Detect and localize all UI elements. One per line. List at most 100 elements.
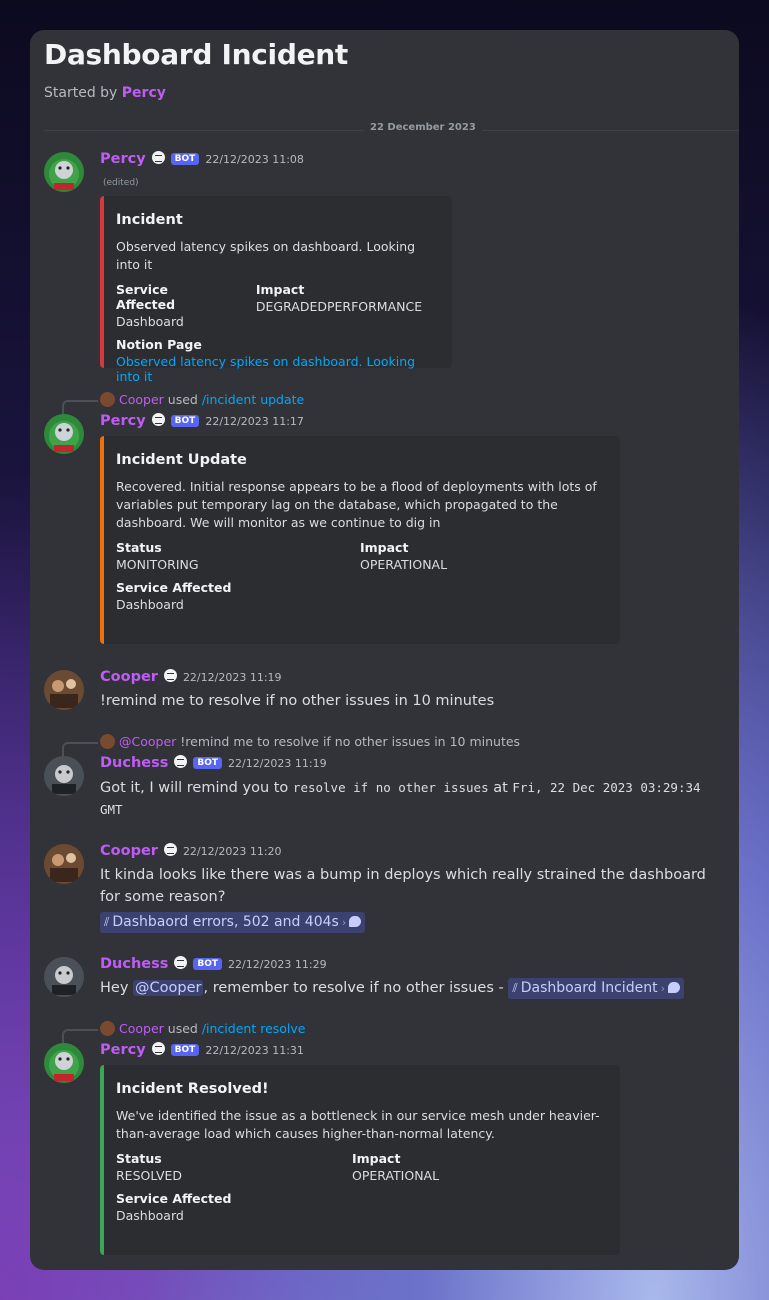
reply-spine: [62, 1029, 98, 1043]
thread-channel-link[interactable]: ⫽ Dashboard Incident ›: [508, 978, 684, 999]
bot-tag: BOT: [170, 153, 200, 165]
edited-label: (edited): [103, 178, 139, 188]
reply-used: used: [167, 392, 198, 407]
thread-panel: Dashboard Incident Started by Percy 22 D…: [30, 30, 739, 1270]
timestamp[interactable]: 22/12/2023 11:19: [183, 671, 282, 684]
command-reply-line[interactable]: Cooper used /incident resolve: [62, 1021, 306, 1043]
divider-date: 22 December 2023: [364, 122, 482, 133]
text-segment: , remember to resolve if no other issues…: [203, 980, 504, 996]
avatar[interactable]: [44, 844, 84, 884]
embed-field: Status MONITORING: [116, 540, 330, 572]
message-header: Percy BOT 22/12/2023 11:17: [100, 413, 304, 429]
embed-field: Impact OPERATIONAL: [360, 540, 604, 572]
speech-bubble-icon: [667, 982, 680, 993]
field-name: Status: [116, 540, 162, 555]
bot-tag: BOT: [170, 1044, 200, 1056]
slash-command[interactable]: /incident update: [202, 392, 304, 407]
reply-preview[interactable]: @Cooper !remind me to resolve if no othe…: [62, 734, 521, 756]
timestamp[interactable]: 22/12/2023 11:31: [205, 1044, 304, 1057]
app-icon: [163, 843, 177, 856]
embed-description: Recovered. Initial response appears to b…: [116, 479, 597, 530]
incident-update-embed: Incident Update Recovered. Initial respo…: [100, 436, 620, 644]
embed-title: Incident Update: [116, 452, 247, 468]
field-value: MONITORING: [116, 557, 199, 572]
field-value: OPERATIONAL: [352, 1168, 440, 1183]
thread-icon: ⫽: [104, 915, 110, 929]
reply-text: !remind me to resolve if no other issues…: [180, 734, 521, 749]
app-icon: [174, 755, 188, 768]
text-segment: at: [493, 780, 508, 796]
avatar[interactable]: [44, 756, 84, 796]
timestamp[interactable]: 22/12/2023 11:20: [183, 845, 282, 858]
text-segment: Hey: [100, 980, 129, 996]
message-text: !remind me to resolve if no other issues…: [100, 693, 495, 709]
username[interactable]: Duchess: [100, 755, 168, 771]
field-name: Notion Page: [116, 337, 202, 352]
command-reply-line[interactable]: Cooper used /incident update: [62, 392, 304, 414]
embed-title: Incident Resolved!: [116, 1081, 269, 1097]
user-mention[interactable]: @Cooper: [133, 980, 204, 996]
timestamp[interactable]: 22/12/2023 11:19: [228, 757, 327, 770]
reply-username[interactable]: Cooper: [119, 1021, 164, 1036]
embed-field: Service Affected Dashboard: [116, 282, 226, 329]
field-value: Dashboard: [116, 314, 184, 329]
embed-field: Impact OPERATIONAL: [352, 1151, 604, 1183]
avatar[interactable]: [44, 152, 84, 192]
timestamp[interactable]: 22/12/2023 11:08: [205, 153, 304, 166]
bot-tag: BOT: [170, 415, 200, 427]
app-icon: [163, 669, 177, 682]
timestamp[interactable]: 22/12/2023 11:29: [228, 958, 327, 971]
started-by-prefix: Started by: [44, 85, 118, 101]
field-name: Impact: [255, 282, 305, 297]
embed-field: Service Affected Dashboard: [116, 1191, 604, 1223]
message-header: Duchess BOT 22/12/2023 11:29: [100, 956, 327, 972]
username[interactable]: Cooper: [100, 669, 158, 685]
reply-spine: [62, 742, 98, 756]
channel-name: Dashboard Incident: [520, 980, 658, 996]
username[interactable]: Cooper: [100, 843, 158, 859]
avatar[interactable]: [44, 1043, 84, 1083]
field-name: Service Affected: [116, 282, 176, 312]
thread-icon: ⫽: [512, 981, 518, 995]
notion-page-link[interactable]: Observed latency spikes on dashboard. Lo…: [116, 354, 436, 384]
app-icon: [151, 413, 165, 426]
field-name: Impact: [352, 1151, 401, 1166]
message-header: Duchess BOT 22/12/2023 11:19: [100, 755, 327, 771]
field-value: OPERATIONAL: [360, 557, 448, 572]
bot-tag: BOT: [193, 757, 223, 769]
thread-started-by: Started by Percy: [44, 85, 166, 101]
speech-bubble-icon: [349, 916, 362, 927]
timestamp[interactable]: 22/12/2023 11:17: [205, 415, 304, 428]
field-name: Status: [116, 1151, 162, 1166]
mini-avatar: [100, 1021, 115, 1036]
embed-field: Impact DEGRADEDPERFORMANCE: [256, 282, 436, 329]
username[interactable]: Percy: [100, 151, 146, 167]
embed-description: We've identified the issue as a bottlene…: [116, 1108, 600, 1141]
incident-resolved-embed: Incident Resolved! We've identified the …: [100, 1065, 620, 1255]
username[interactable]: Duchess: [100, 956, 168, 972]
embed-field: Status RESOLVED: [116, 1151, 322, 1183]
message-text: Got it, I will remind you to resolve if …: [100, 777, 725, 821]
field-name: Impact: [360, 540, 409, 555]
date-divider: 22 December 2023: [44, 122, 739, 136]
avatar[interactable]: [44, 414, 84, 454]
avatar[interactable]: [44, 957, 84, 997]
username[interactable]: Percy: [100, 413, 146, 429]
slash-command[interactable]: /incident resolve: [202, 1021, 306, 1036]
embed-fields: Service Affected Dashboard Impact DEGRADED…: [116, 282, 436, 384]
started-by-user[interactable]: Percy: [122, 85, 166, 101]
incident-embed: Incident Observed latency spikes on dash…: [100, 196, 452, 384]
message-header: Cooper 22/12/2023 11:20: [100, 843, 282, 859]
avatar[interactable]: [44, 670, 84, 710]
reply-spine: [62, 400, 98, 414]
text-segment: It kinda looks like there was a bump in …: [100, 867, 706, 905]
app-icon: [151, 151, 165, 164]
username[interactable]: Percy: [100, 1042, 146, 1058]
text-segment: Got it, I will remind you to: [100, 780, 289, 796]
reply-username[interactable]: Cooper: [119, 392, 164, 407]
message-header: Cooper 22/12/2023 11:19: [100, 669, 282, 685]
field-name: Service Affected: [116, 580, 232, 595]
thread-channel-link[interactable]: ⫽ Dashbaord errors, 502 and 404s ›: [100, 912, 366, 933]
embed-fields: Status MONITORING Impact OPERATIONAL Servi…: [116, 540, 604, 612]
reply-mention[interactable]: @Cooper: [119, 734, 176, 749]
